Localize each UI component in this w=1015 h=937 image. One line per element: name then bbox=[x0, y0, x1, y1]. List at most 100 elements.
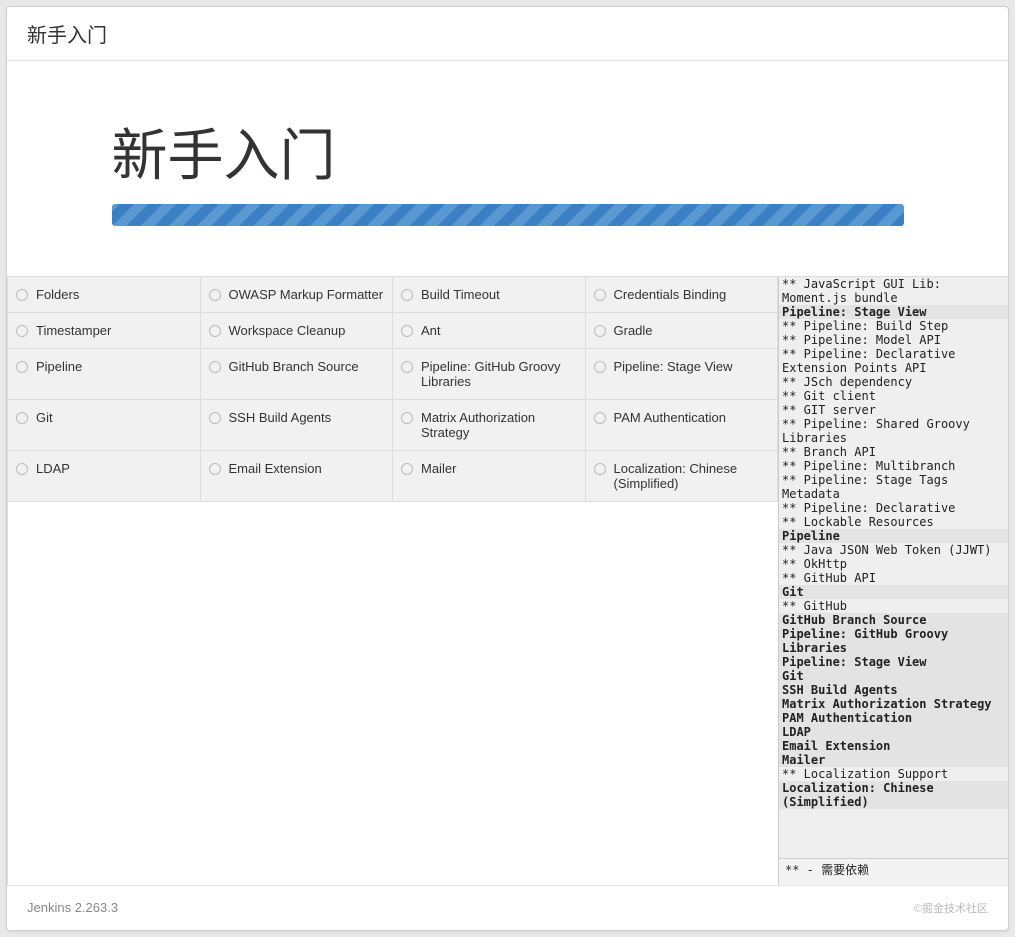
log-line: Email Extension bbox=[779, 739, 1008, 753]
plugin-label: Email Extension bbox=[229, 461, 322, 476]
log-body[interactable]: ** JavaScript GUI Lib: Moment.js bundleP… bbox=[779, 277, 1008, 858]
hero: 新手入门 bbox=[7, 61, 1008, 276]
plugin-label: LDAP bbox=[36, 461, 70, 476]
modal-window: 新手入门 新手入门 Folders OWASP Markup Formatter B… bbox=[6, 6, 1009, 931]
plugin-label: Folders bbox=[36, 287, 79, 302]
plugin-label: Matrix Authorization Strategy bbox=[421, 410, 577, 440]
plugin-cell: Pipeline: Stage View bbox=[586, 349, 779, 400]
log-line: Git bbox=[779, 669, 1008, 683]
plugin-cell: Timestamper bbox=[8, 313, 201, 349]
plugin-cell: Workspace Cleanup bbox=[201, 313, 394, 349]
plugin-label: Pipeline bbox=[36, 359, 82, 374]
log-line: Pipeline bbox=[779, 529, 1008, 543]
spinner-icon bbox=[209, 325, 221, 337]
plugin-label: GitHub Branch Source bbox=[229, 359, 359, 374]
plugin-label: Workspace Cleanup bbox=[229, 323, 346, 338]
plugin-cell: Ant bbox=[393, 313, 586, 349]
plugin-label: Gradle bbox=[614, 323, 653, 338]
plugin-cell: Folders bbox=[8, 277, 201, 313]
plugin-cell: Email Extension bbox=[201, 451, 394, 502]
plugin-cell: Localization: Chinese (Simplified) bbox=[586, 451, 779, 502]
plugin-label: Timestamper bbox=[36, 323, 111, 338]
log-line: ** Branch API bbox=[779, 445, 1008, 459]
plugin-cell: Pipeline bbox=[8, 349, 201, 400]
progress-bar bbox=[112, 204, 904, 226]
log-line: ** Pipeline: Model API bbox=[779, 333, 1008, 347]
spinner-icon bbox=[209, 361, 221, 373]
hero-title: 新手入门 bbox=[112, 111, 904, 192]
plugin-cell: Git bbox=[8, 400, 201, 451]
footer: Jenkins 2.263.3 ©掘金技术社区 bbox=[7, 885, 1008, 930]
log-line: ** GitHub bbox=[779, 599, 1008, 613]
plugin-label: Localization: Chinese (Simplified) bbox=[614, 461, 770, 491]
log-footer: ** - 需要依赖 bbox=[779, 858, 1008, 885]
spinner-icon bbox=[401, 463, 413, 475]
content-area: Folders OWASP Markup Formatter Build Timeo… bbox=[7, 276, 1008, 885]
spinner-icon bbox=[401, 361, 413, 373]
spinner-icon bbox=[209, 412, 221, 424]
log-line: ** GitHub API bbox=[779, 571, 1008, 585]
plugin-label: Pipeline: GitHub Groovy Libraries bbox=[421, 359, 577, 389]
plugin-grid: Folders OWASP Markup Formatter Build Timeo… bbox=[7, 277, 778, 885]
log-line: ** Pipeline: Stage Tags Metadata bbox=[779, 473, 1008, 501]
plugin-label: Credentials Binding bbox=[614, 287, 727, 302]
log-line: ** GIT server bbox=[779, 403, 1008, 417]
spinner-icon bbox=[401, 412, 413, 424]
plugin-cell: PAM Authentication bbox=[586, 400, 779, 451]
log-line: Git bbox=[779, 585, 1008, 599]
log-line: GitHub Branch Source bbox=[779, 613, 1008, 627]
plugin-cell: SSH Build Agents bbox=[201, 400, 394, 451]
log-line: ** Git client bbox=[779, 389, 1008, 403]
spinner-icon bbox=[401, 325, 413, 337]
spinner-icon bbox=[594, 361, 606, 373]
watermark: ©掘金技术社区 bbox=[914, 900, 988, 916]
plugin-cell: Build Timeout bbox=[393, 277, 586, 313]
spinner-icon bbox=[594, 463, 606, 475]
plugin-label: PAM Authentication bbox=[614, 410, 727, 425]
spinner-icon bbox=[209, 463, 221, 475]
log-line: ** Pipeline: Build Step bbox=[779, 319, 1008, 333]
plugin-cell: Credentials Binding bbox=[586, 277, 779, 313]
log-line: ** JavaScript GUI Lib: Moment.js bundle bbox=[779, 277, 1008, 305]
plugin-cell: LDAP bbox=[8, 451, 201, 502]
log-line: Pipeline: GitHub Groovy Libraries bbox=[779, 627, 1008, 655]
spinner-icon bbox=[594, 325, 606, 337]
log-line: ** OkHttp bbox=[779, 557, 1008, 571]
spinner-icon bbox=[594, 289, 606, 301]
spinner-icon bbox=[16, 289, 28, 301]
plugin-cell: GitHub Branch Source bbox=[201, 349, 394, 400]
spinner-icon bbox=[16, 463, 28, 475]
log-line: Pipeline: Stage View bbox=[779, 305, 1008, 319]
plugin-cell: OWASP Markup Formatter bbox=[201, 277, 394, 313]
version-label: Jenkins 2.263.3 bbox=[27, 900, 118, 916]
plugin-cell: Matrix Authorization Strategy bbox=[393, 400, 586, 451]
log-line: LDAP bbox=[779, 725, 1008, 739]
plugin-label: Mailer bbox=[421, 461, 456, 476]
log-line: Pipeline: Stage View bbox=[779, 655, 1008, 669]
spinner-icon bbox=[16, 361, 28, 373]
log-line: ** Pipeline: Multibranch bbox=[779, 459, 1008, 473]
plugin-cell: Mailer bbox=[393, 451, 586, 502]
log-line: Mailer bbox=[779, 753, 1008, 767]
plugin-label: Pipeline: Stage View bbox=[614, 359, 733, 374]
log-line: ** Java JSON Web Token (JJWT) bbox=[779, 543, 1008, 557]
plugin-cell: Gradle bbox=[586, 313, 779, 349]
install-log: ** JavaScript GUI Lib: Moment.js bundleP… bbox=[778, 277, 1008, 885]
plugin-label: Ant bbox=[421, 323, 441, 338]
plugin-label: OWASP Markup Formatter bbox=[229, 287, 384, 302]
log-line: ** Lockable Resources bbox=[779, 515, 1008, 529]
spinner-icon bbox=[401, 289, 413, 301]
log-line: ** Localization Support bbox=[779, 767, 1008, 781]
log-line: ** Pipeline: Declarative Extension Point… bbox=[779, 347, 1008, 375]
spinner-icon bbox=[594, 412, 606, 424]
window-title: 新手入门 bbox=[7, 7, 1008, 61]
log-line: PAM Authentication bbox=[779, 711, 1008, 725]
log-line: Localization: Chinese (Simplified) bbox=[779, 781, 1008, 809]
log-line: SSH Build Agents bbox=[779, 683, 1008, 697]
spinner-icon bbox=[16, 412, 28, 424]
plugin-cell: Pipeline: GitHub Groovy Libraries bbox=[393, 349, 586, 400]
spinner-icon bbox=[16, 325, 28, 337]
log-line: ** Pipeline: Declarative bbox=[779, 501, 1008, 515]
log-line: ** JSch dependency bbox=[779, 375, 1008, 389]
spinner-icon bbox=[209, 289, 221, 301]
